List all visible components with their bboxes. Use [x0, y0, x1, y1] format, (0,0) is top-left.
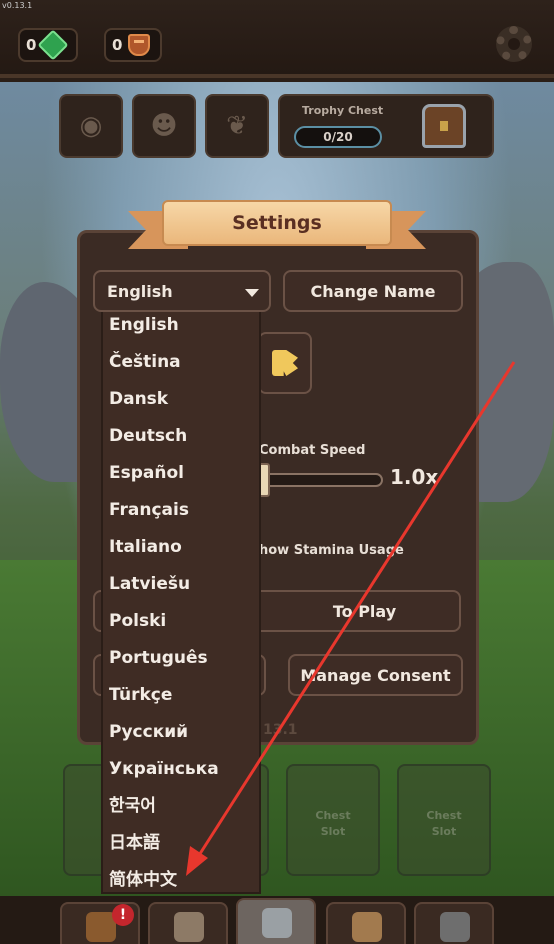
gear-icon[interactable]	[496, 26, 532, 62]
manage-consent-button[interactable]: Manage Consent	[288, 654, 463, 696]
language-option-italiano[interactable]: Italiano	[103, 534, 259, 571]
language-selected-label: English	[107, 281, 173, 301]
discord-button[interactable]: ◉	[59, 94, 123, 158]
chest-slot[interactable]: Chest Slot	[286, 764, 380, 876]
reddit-icon: ☻	[150, 111, 178, 141]
language-option-portugues[interactable]: Português	[103, 645, 259, 682]
settings-banner: Settings	[128, 197, 426, 253]
chest-slot-label: Chest	[426, 809, 462, 822]
discord-icon: ◉	[79, 111, 103, 141]
gem-icon	[37, 29, 69, 61]
nav-locked[interactable]	[414, 902, 494, 944]
language-option-korean[interactable]: 한국어	[103, 793, 259, 830]
change-name-button[interactable]: Change Name	[283, 270, 463, 312]
language-option-francais[interactable]: Français	[103, 497, 259, 534]
language-option-cestina[interactable]: Čeština	[103, 349, 259, 386]
trophy-chest-card[interactable]: Trophy Chest 0/20	[278, 94, 494, 158]
how-to-play-label: To Play	[332, 601, 397, 621]
language-select[interactable]: English	[93, 270, 271, 312]
chest-slot-label: Slot	[431, 825, 457, 838]
speaker-icon	[272, 350, 298, 376]
combat-speed-label: Combat Speed	[259, 443, 366, 458]
settings-title: Settings	[162, 200, 392, 246]
chest-slot-label: Chest	[315, 809, 351, 822]
stamina-usage-label: how Stamina Usage	[259, 543, 404, 558]
reddit-button[interactable]: ☻	[132, 94, 196, 158]
combat-speed-value: 1.0x	[390, 465, 439, 489]
top-bar: 0 0	[0, 0, 554, 78]
lock-icon	[440, 912, 470, 942]
alert-badge: !	[112, 904, 134, 926]
trophy-progress: 0/20	[294, 126, 382, 148]
language-option-ukrainian[interactable]: Українська	[103, 756, 259, 793]
language-option-turkce[interactable]: Türkçe	[103, 682, 259, 719]
language-dropdown: English Čeština Dansk Deutsch Español Fr…	[101, 312, 261, 894]
language-option-latviesu[interactable]: Latviešu	[103, 571, 259, 608]
language-option-dansk[interactable]: Dansk	[103, 386, 259, 423]
crossed-swords-icon	[262, 908, 292, 938]
gem-counter[interactable]: 0	[18, 28, 78, 62]
panel-version-label: 13.1	[263, 722, 298, 738]
nav-heroes[interactable]	[148, 902, 228, 944]
caret-down-icon	[245, 289, 259, 297]
language-option-japanese[interactable]: 日本語	[103, 830, 259, 867]
crown-icon	[128, 34, 151, 56]
nav-battle[interactable]	[236, 898, 316, 944]
crown-counter[interactable]: 0	[104, 28, 162, 62]
cards-icon	[352, 912, 382, 942]
language-option-espanol[interactable]: Español	[103, 460, 259, 497]
nav-cards[interactable]	[326, 902, 406, 944]
helmet-icon	[174, 912, 204, 942]
trophy-title: Trophy Chest	[302, 104, 384, 117]
feather-button[interactable]: ❦	[205, 94, 269, 158]
crown-count: 0	[112, 36, 123, 54]
chest-slot-label: Slot	[320, 825, 346, 838]
sound-toggle-button[interactable]	[258, 332, 312, 394]
feather-icon: ❦	[226, 111, 248, 141]
language-option-deutsch[interactable]: Deutsch	[103, 423, 259, 460]
chest-slot[interactable]: Chest Slot	[397, 764, 491, 876]
language-option-english[interactable]: English	[103, 312, 259, 349]
language-option-polski[interactable]: Polski	[103, 608, 259, 645]
treasure-chest-icon	[422, 104, 466, 148]
gem-count: 0	[26, 36, 37, 54]
language-option-russian[interactable]: Русский	[103, 719, 259, 756]
version-label: v0.13.1	[2, 1, 33, 10]
combat-speed-slider[interactable]	[263, 473, 383, 487]
language-option-simplified-chinese[interactable]: 简体中文	[103, 867, 259, 904]
